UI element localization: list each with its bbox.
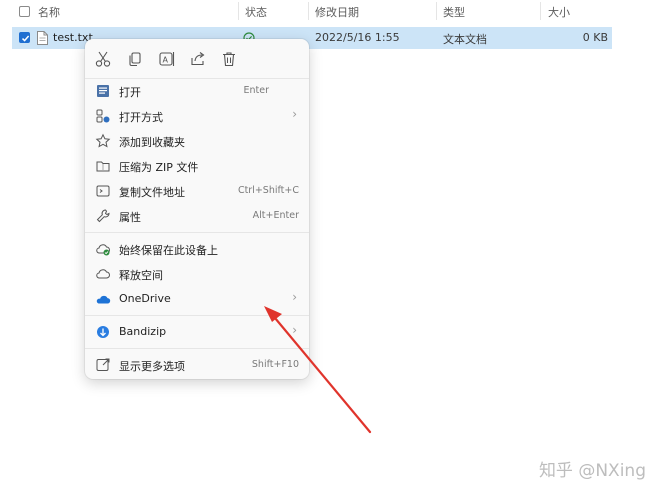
- watermark: 知乎 @NXing: [538, 461, 646, 481]
- annotation-arrow: [264, 306, 372, 434]
